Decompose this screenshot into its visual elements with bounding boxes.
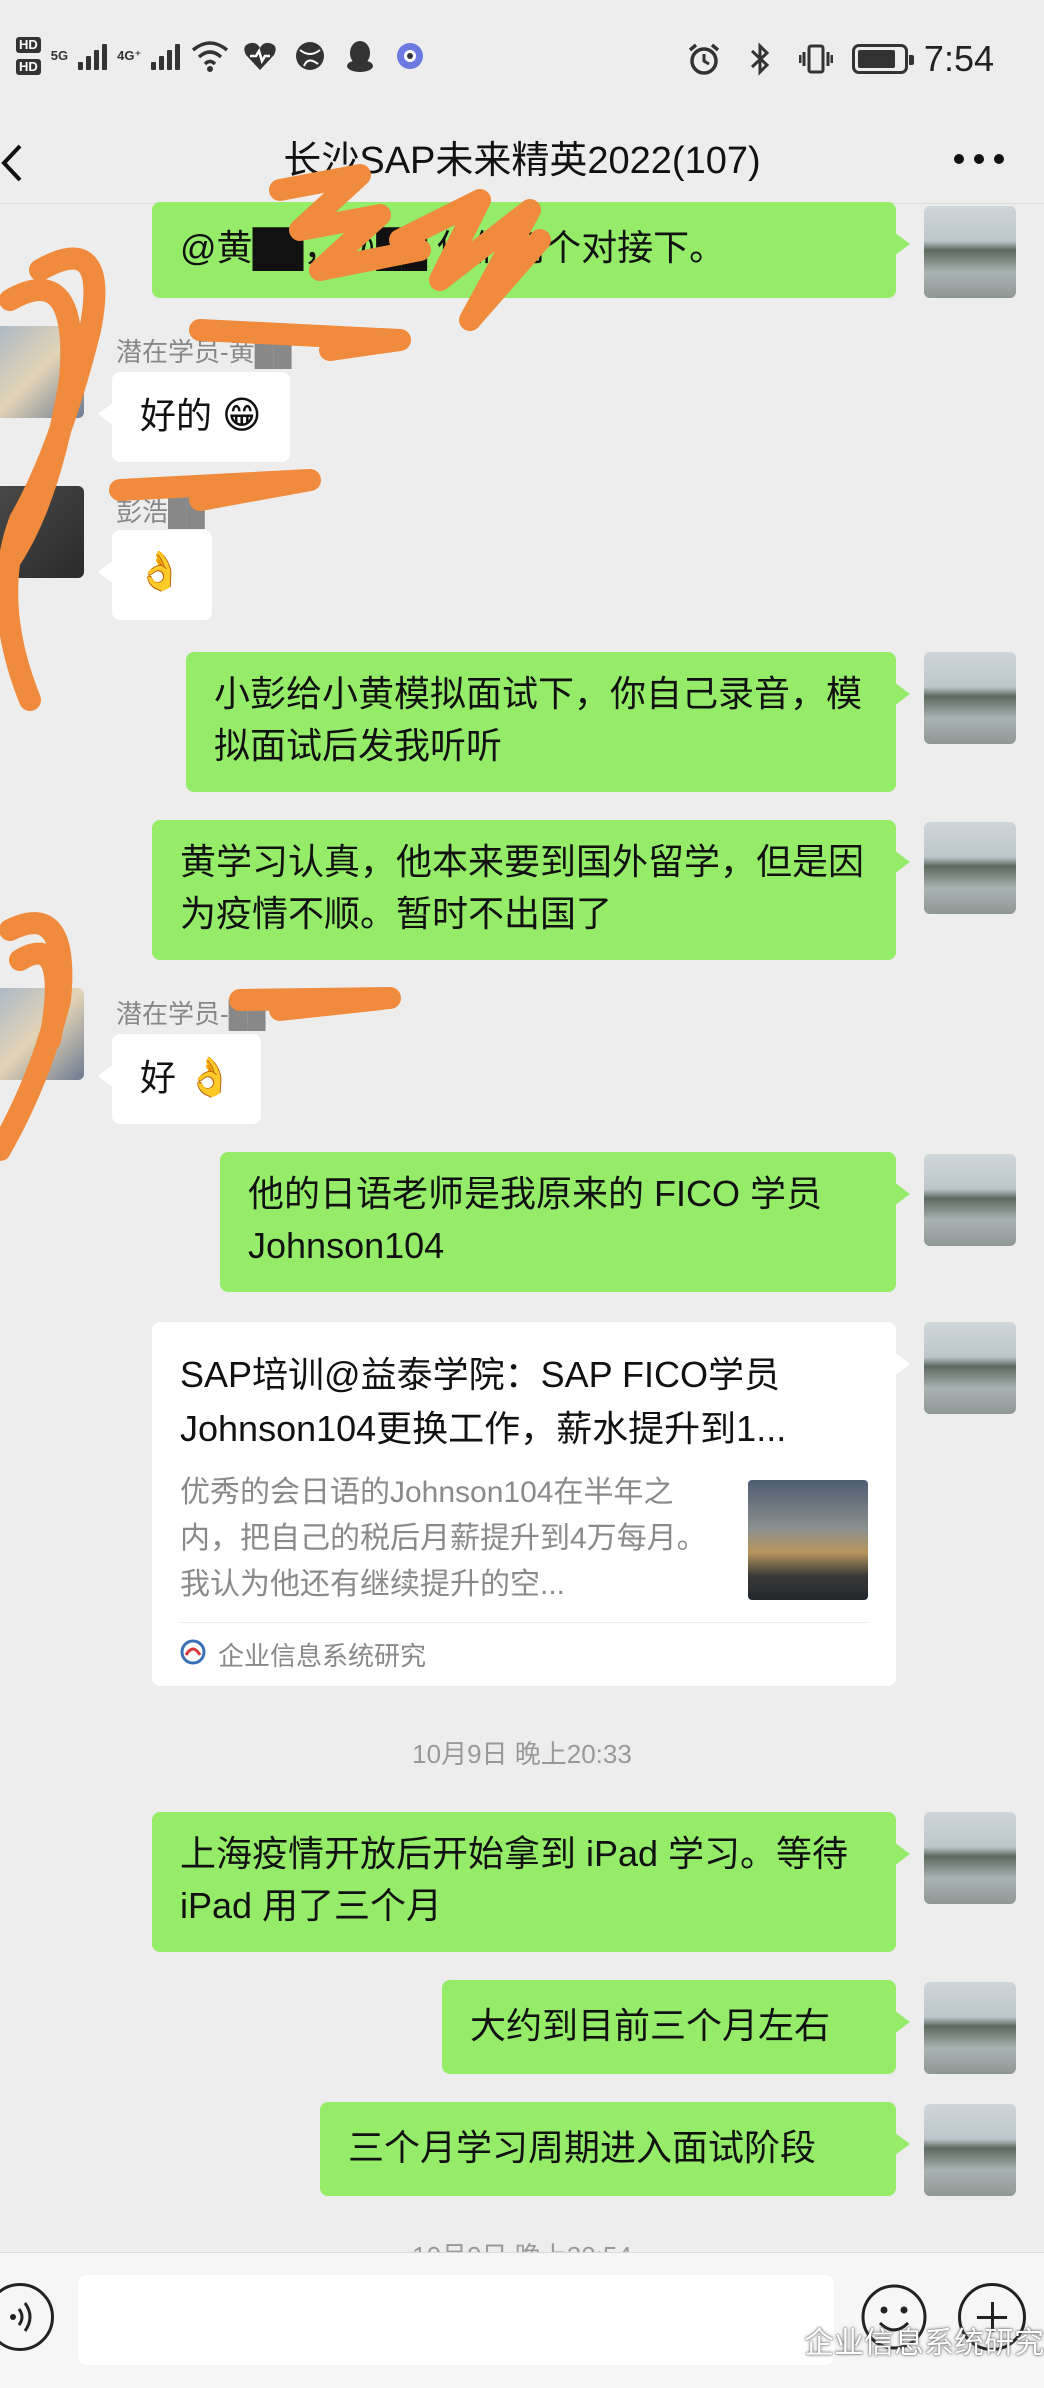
message-text: 小彭给小黄模拟面试下，你自己录音，模拟面试后发我听听	[214, 673, 863, 766]
message-text: 大约到目前三个月左右	[470, 2005, 831, 2046]
network-4g-label: 4G⁺	[117, 48, 142, 63]
link-card-thumbnail	[748, 1480, 868, 1600]
watermark-text: 企业信息系统研究	[804, 2327, 1044, 2360]
link-card-source: 企业信息系统研究	[218, 1641, 427, 1671]
timestamp-separator: 10月9日 晚上20:33	[412, 1739, 632, 1769]
message-text: 好	[140, 1057, 177, 1098]
avatar[interactable]	[0, 988, 84, 1080]
avatar[interactable]	[924, 1982, 1016, 2074]
voice-input-button[interactable]	[0, 2283, 54, 2351]
signal-strength-icon-2	[151, 42, 181, 70]
wechat-logo-icon	[760, 2325, 796, 2354]
chat-header: 长沙SAP未来精英2022(107)	[0, 118, 1044, 204]
link-card-description: 优秀的会日语的Johnson104在半年之内，把自己的税后月薪提升到4万每月。我…	[180, 1476, 707, 1601]
message-text: 三个月学习周期进入面试阶段	[348, 2127, 817, 2168]
signal-strength-icon	[78, 42, 108, 70]
message-bubble[interactable]: 👌	[98, 530, 212, 620]
wifi-icon	[190, 36, 230, 76]
article-link-card[interactable]: SAP培训@益泰学院：SAP FICO学员Johnson104更换工作，薪水提升…	[152, 1322, 910, 1686]
avatar[interactable]	[924, 1154, 1016, 1246]
message-text: 黄学习认真，他本来要到国外留学，但是因为疫情不顺。暂时不出国了	[180, 841, 865, 934]
hd-badge-1: HD	[16, 37, 41, 53]
sender-name: 彭浩██	[116, 497, 205, 527]
message-bubble[interactable]: @黄██，@██ 你们两个对接下。	[152, 202, 910, 298]
avatar[interactable]	[924, 2104, 1016, 2196]
clock-time: 7:54	[923, 38, 994, 79]
avatar[interactable]	[924, 652, 1016, 744]
avatar[interactable]	[924, 1322, 1016, 1414]
avatar[interactable]	[924, 1812, 1016, 1904]
battery-icon	[851, 44, 914, 74]
message-bubble[interactable]: 三个月学习周期进入面试阶段	[320, 2102, 910, 2196]
vibrate-icon	[796, 39, 836, 79]
message-text: 好的	[140, 395, 213, 436]
message-bubble[interactable]: 好的 😁	[98, 372, 290, 462]
camera-app-icon	[390, 36, 430, 76]
message-bubble[interactable]: 好 👌	[97, 1034, 262, 1124]
official-account-logo-icon	[180, 1639, 206, 1670]
sender-name: 潜在学员-黄██	[116, 337, 292, 367]
voice-wave-icon	[10, 2302, 32, 2332]
browser-app-icon	[290, 36, 330, 76]
avatar[interactable]	[0, 326, 84, 418]
message-bubble[interactable]: 大约到目前三个月左右	[442, 1980, 910, 2074]
status-bar: HD HD 5G 4G⁺ 7:54	[0, 0, 1044, 118]
message-text: 上海疫情开放后开始拿到 iPad 学习。等待 iPad 用了三个月	[180, 1833, 849, 1926]
ok-hand-emoji: 👌	[186, 1057, 234, 1099]
message-bubble[interactable]: 小彭给小黄模拟面试下，你自己录音，模拟面试后发我听听	[186, 652, 910, 792]
ok-hand-emoji: 👌	[136, 551, 184, 593]
avatar[interactable]	[924, 206, 1016, 298]
qq-penguin-icon	[340, 36, 380, 76]
hd-badge-2: HD	[16, 59, 41, 75]
message-input[interactable]	[78, 2275, 834, 2365]
sender-name: 潜在学员-██	[116, 999, 266, 1029]
link-card-title: SAP培训@益泰学院：SAP FICO学员Johnson104更换工作，薪水提升…	[180, 1354, 787, 1449]
message-text: @黄██，@██ 你们两个对接下。	[180, 227, 726, 268]
grinning-face-emoji: 😁	[222, 395, 262, 437]
message-bubble[interactable]: 他的日语老师是我原来的 FICO 学员 Johnson104	[220, 1152, 910, 1292]
chat-title: 长沙SAP未来精英2022(107)	[283, 140, 761, 182]
message-bubble[interactable]: 上海疫情开放后开始拿到 iPad 学习。等待 iPad 用了三个月	[152, 1812, 910, 1952]
alarm-clock-icon	[684, 39, 724, 79]
health-heart-icon	[240, 36, 280, 76]
avatar[interactable]	[924, 822, 1016, 914]
message-text: 他的日语老师是我原来的 FICO 学员 Johnson104	[248, 1173, 822, 1266]
avatar[interactable]	[0, 486, 84, 578]
more-options-button[interactable]	[954, 154, 1004, 168]
message-bubble[interactable]: 黄学习认真，他本来要到国外留学，但是因为疫情不顺。暂时不出国了	[152, 820, 910, 960]
watermark: 企业信息系统研究	[760, 2318, 1044, 2362]
network-5g-label: 5G	[50, 48, 69, 63]
bluetooth-icon	[740, 39, 780, 79]
